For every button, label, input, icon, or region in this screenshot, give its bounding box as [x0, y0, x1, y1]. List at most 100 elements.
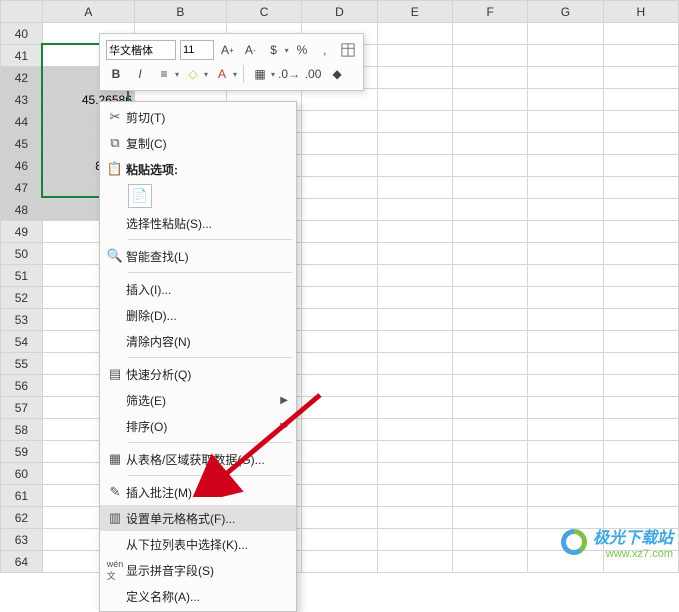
cell-E50[interactable] — [377, 243, 452, 265]
cell-H41[interactable] — [603, 45, 678, 67]
cell-G42[interactable] — [528, 67, 603, 89]
cell-H53[interactable] — [603, 309, 678, 331]
cell-E55[interactable] — [377, 353, 452, 375]
row-header-56[interactable]: 56 — [1, 375, 43, 397]
cell-F62[interactable] — [452, 507, 527, 529]
cell-G44[interactable] — [528, 111, 603, 133]
cell-D47[interactable] — [302, 177, 377, 199]
cell-D53[interactable] — [302, 309, 377, 331]
col-header-E[interactable]: E — [377, 1, 452, 23]
menu-smart-lookup[interactable]: 🔍 智能查找(L) — [100, 243, 296, 269]
cell-H50[interactable] — [603, 243, 678, 265]
cell-D48[interactable] — [302, 199, 377, 221]
row-header-61[interactable]: 61 — [1, 485, 43, 507]
cell-H43[interactable] — [603, 89, 678, 111]
cell-G51[interactable] — [528, 265, 603, 287]
cell-D57[interactable] — [302, 397, 377, 419]
cell-E49[interactable] — [377, 221, 452, 243]
row-header-46[interactable]: 46 — [1, 155, 43, 177]
cell-D61[interactable] — [302, 485, 377, 507]
row-header-50[interactable]: 50 — [1, 243, 43, 265]
row-header-41[interactable]: 41 — [1, 45, 43, 67]
row-header-63[interactable]: 63 — [1, 529, 43, 551]
menu-clear-contents[interactable]: 清除内容(N) — [100, 328, 296, 354]
cell-H49[interactable] — [603, 221, 678, 243]
decrease-font-button[interactable]: A- — [241, 40, 260, 60]
row-header-47[interactable]: 47 — [1, 177, 43, 199]
cell-H57[interactable] — [603, 397, 678, 419]
cell-E53[interactable] — [377, 309, 452, 331]
menu-insert[interactable]: 插入(I)... — [100, 276, 296, 302]
align-button[interactable]: ≡▾ — [154, 64, 179, 84]
menu-format-cells[interactable]: ▥ 设置单元格格式(F)... — [100, 505, 296, 531]
menu-from-table[interactable]: ▦ 从表格/区域获取数据(G)... — [100, 446, 296, 472]
col-header-H[interactable]: H — [603, 1, 678, 23]
row-header-55[interactable]: 55 — [1, 353, 43, 375]
row-header-44[interactable]: 44 — [1, 111, 43, 133]
cell-F64[interactable] — [452, 551, 527, 573]
cell-F41[interactable] — [452, 45, 527, 67]
cell-D64[interactable] — [302, 551, 377, 573]
cell-G46[interactable] — [528, 155, 603, 177]
menu-filter[interactable]: 筛选(E) ▶ — [100, 387, 296, 413]
cell-E44[interactable] — [377, 111, 452, 133]
cell-F61[interactable] — [452, 485, 527, 507]
italic-button[interactable]: I — [130, 64, 150, 84]
cell-H40[interactable] — [603, 23, 678, 45]
cell-E57[interactable] — [377, 397, 452, 419]
cell-E42[interactable] — [377, 67, 452, 89]
cell-G59[interactable] — [528, 441, 603, 463]
cell-E61[interactable] — [377, 485, 452, 507]
cell-H54[interactable] — [603, 331, 678, 353]
menu-define-name[interactable]: 定义名称(A)... — [100, 583, 296, 609]
cell-E62[interactable] — [377, 507, 452, 529]
clear-format-button[interactable]: ◆ — [327, 64, 347, 84]
font-color-button[interactable]: A▾ — [212, 64, 237, 84]
cell-G43[interactable] — [528, 89, 603, 111]
cell-D43[interactable] — [302, 89, 377, 111]
cell-H56[interactable] — [603, 375, 678, 397]
cell-H59[interactable] — [603, 441, 678, 463]
cell-D51[interactable] — [302, 265, 377, 287]
paste-option-button[interactable]: 📄 — [128, 184, 152, 208]
cell-G60[interactable] — [528, 463, 603, 485]
row-header-59[interactable]: 59 — [1, 441, 43, 463]
percent-format-button[interactable]: % — [293, 40, 312, 60]
font-name-combo[interactable] — [106, 40, 176, 60]
cell-E47[interactable] — [377, 177, 452, 199]
row-header-57[interactable]: 57 — [1, 397, 43, 419]
cell-G54[interactable] — [528, 331, 603, 353]
cell-E51[interactable] — [377, 265, 452, 287]
cell-F49[interactable] — [452, 221, 527, 243]
cell-F63[interactable] — [452, 529, 527, 551]
cell-D50[interactable] — [302, 243, 377, 265]
cell-F55[interactable] — [452, 353, 527, 375]
cell-D54[interactable] — [302, 331, 377, 353]
cell-D49[interactable] — [302, 221, 377, 243]
cell-E41[interactable] — [377, 45, 452, 67]
cell-F42[interactable] — [452, 67, 527, 89]
cell-G57[interactable] — [528, 397, 603, 419]
cell-E54[interactable] — [377, 331, 452, 353]
cell-E46[interactable] — [377, 155, 452, 177]
col-header-G[interactable]: G — [528, 1, 603, 23]
fill-color-button[interactable]: ◇▾ — [183, 64, 208, 84]
cell-F50[interactable] — [452, 243, 527, 265]
row-header-52[interactable]: 52 — [1, 287, 43, 309]
menu-cut[interactable]: ✂ 剪切(T) — [100, 104, 296, 130]
col-header-F[interactable]: F — [452, 1, 527, 23]
cell-G48[interactable] — [528, 199, 603, 221]
cell-E60[interactable] — [377, 463, 452, 485]
row-header-40[interactable]: 40 — [1, 23, 43, 45]
col-header-B[interactable]: B — [134, 1, 226, 23]
cell-H48[interactable] — [603, 199, 678, 221]
row-header-51[interactable]: 51 — [1, 265, 43, 287]
row-header-60[interactable]: 60 — [1, 463, 43, 485]
cell-D56[interactable] — [302, 375, 377, 397]
cell-G61[interactable] — [528, 485, 603, 507]
row-header-64[interactable]: 64 — [1, 551, 43, 573]
cell-F56[interactable] — [452, 375, 527, 397]
row-header-53[interactable]: 53 — [1, 309, 43, 331]
cell-D52[interactable] — [302, 287, 377, 309]
cell-H45[interactable] — [603, 133, 678, 155]
